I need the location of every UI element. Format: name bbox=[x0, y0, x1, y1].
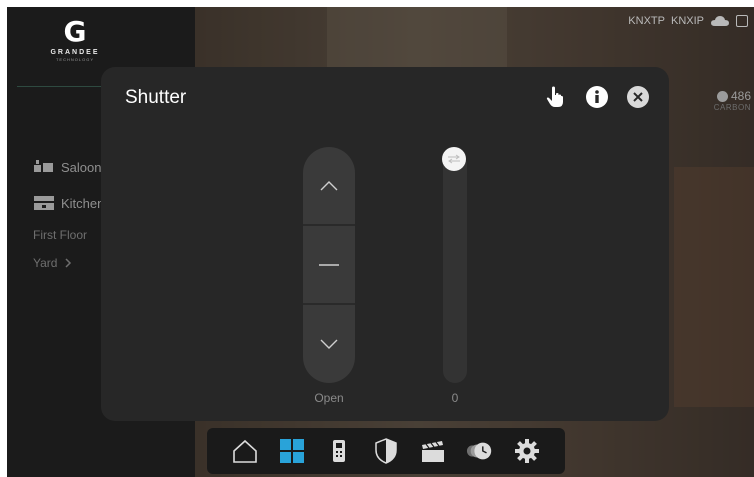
carbon-label: CARBON bbox=[713, 103, 751, 112]
floor-label: Yard bbox=[33, 256, 58, 270]
shutter-dialog: Shutter Open 0 bbox=[101, 67, 669, 421]
shutter-state-label: Open bbox=[314, 391, 344, 405]
brand-name: GRANDEE bbox=[50, 49, 100, 56]
swap-arrows-icon bbox=[448, 154, 460, 164]
intercom-icon[interactable] bbox=[325, 437, 353, 465]
schedule-icon[interactable] bbox=[466, 437, 494, 465]
close-icon[interactable] bbox=[626, 85, 650, 109]
shutter-stop-button[interactable] bbox=[303, 226, 355, 303]
room-label: Saloon bbox=[61, 159, 102, 175]
slider-thumb[interactable] bbox=[442, 147, 466, 171]
hand-pointer-icon[interactable] bbox=[543, 85, 567, 109]
knx-ip-status: KNXIP bbox=[670, 15, 704, 27]
info-icon[interactable] bbox=[585, 85, 609, 109]
app-screen: G GRANDEE TECHNOLOGY Saloon Kitchen Firs… bbox=[7, 7, 754, 477]
scene-clapper-icon[interactable] bbox=[419, 437, 447, 465]
carbon-indicator: 486 CARBON bbox=[714, 89, 751, 112]
sidebar-item-kitchen[interactable]: Kitchen bbox=[33, 195, 104, 211]
sidebar-item-yard[interactable]: Yard bbox=[33, 256, 73, 270]
shutter-control-stack bbox=[303, 147, 355, 383]
floor-label: First Floor bbox=[33, 228, 87, 242]
home-icon[interactable] bbox=[231, 437, 259, 465]
shutter-position-slider[interactable] bbox=[442, 147, 467, 383]
room-label: Kitchen bbox=[61, 195, 105, 211]
slider-value: 0 bbox=[451, 391, 459, 405]
status-bar: KNXTP KNXIP bbox=[628, 15, 748, 27]
cloud-icon[interactable] bbox=[710, 15, 730, 27]
bottom-dock bbox=[207, 428, 565, 474]
stop-dash-icon bbox=[319, 263, 339, 266]
chevron-down-icon bbox=[320, 339, 338, 349]
brand-subtitle: TECHNOLOGY bbox=[55, 57, 94, 62]
brand-logo: G GRANDEE TECHNOLOGY bbox=[45, 15, 105, 63]
chevron-right-icon bbox=[65, 258, 72, 268]
grandee-logo-icon: G bbox=[63, 15, 87, 48]
shutter-down-button[interactable] bbox=[303, 305, 355, 382]
shutter-up-button[interactable] bbox=[303, 147, 355, 224]
settings-gear-icon[interactable] bbox=[513, 437, 541, 465]
knx-tp-status: KNXTP bbox=[628, 15, 665, 27]
carbon-value: 486 bbox=[730, 89, 751, 103]
kitchen-icon bbox=[34, 196, 54, 210]
dialog-title: Shutter bbox=[125, 87, 187, 108]
sidebar-item-saloon[interactable]: Saloon bbox=[33, 159, 101, 175]
security-shield-icon[interactable] bbox=[372, 437, 400, 465]
chevron-up-icon bbox=[320, 180, 338, 190]
screen-icon[interactable] bbox=[736, 15, 748, 27]
carbon-icon bbox=[716, 90, 728, 102]
grid-icon[interactable] bbox=[278, 437, 306, 465]
sidebar-item-first-floor[interactable]: First Floor bbox=[33, 228, 87, 242]
saloon-icon bbox=[34, 160, 53, 172]
